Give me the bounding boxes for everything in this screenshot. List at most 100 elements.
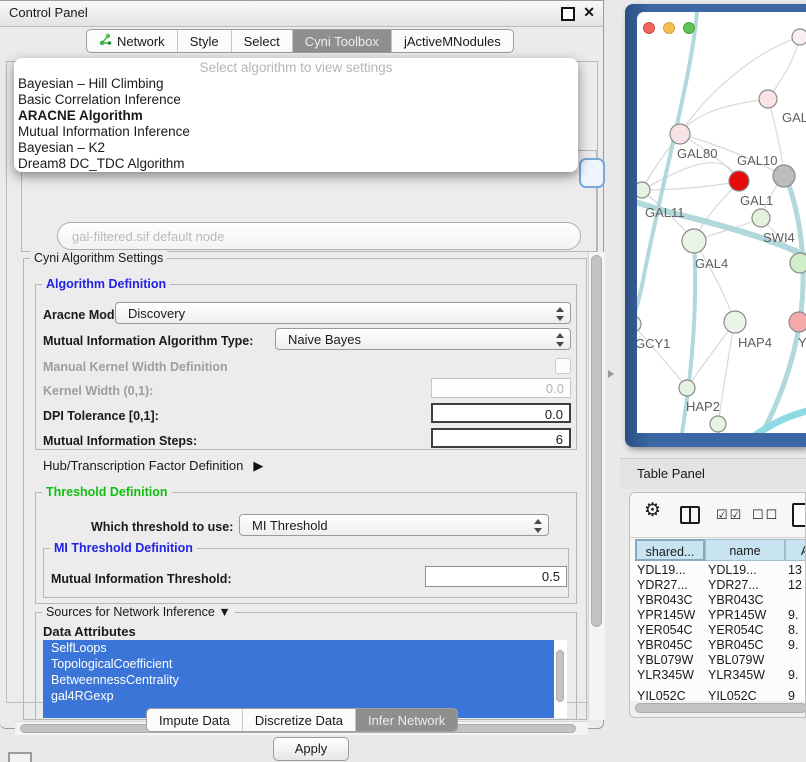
table-body: YDL19...YDL19...13 YDR27...YDR27...12 YB… xyxy=(630,561,806,701)
list-item-selected[interactable]: BetweennessCentrality xyxy=(43,672,554,688)
node-gal4[interactable] xyxy=(682,229,706,253)
tab-jactivemnodules[interactable]: jActiveMNodules xyxy=(391,30,513,52)
tab-network[interactable]: Network xyxy=(87,30,177,52)
dpi-tolerance-field[interactable]: 0.0 xyxy=(431,403,571,423)
node-gal80[interactable] xyxy=(670,124,690,144)
node-partial-top[interactable] xyxy=(792,29,806,45)
network-icon xyxy=(99,33,112,49)
float-window-icon[interactable] xyxy=(561,7,575,21)
algorithm-dropdown-popup: Select algorithm to view settings Bayesi… xyxy=(14,58,578,172)
apply-button[interactable]: Apply xyxy=(273,737,349,761)
dropdown-item[interactable]: Mutual Information Inference xyxy=(18,124,190,139)
manual-kernel-checkbox[interactable] xyxy=(555,358,571,374)
select-all-checks-icon[interactable]: ☑☑ xyxy=(716,507,743,523)
node-label: GCY1 xyxy=(637,336,670,351)
dropdown-item[interactable]: Basic Correlation Inference xyxy=(18,92,181,107)
tab-style[interactable]: Style xyxy=(177,30,231,52)
tab-cyni-toolbox[interactable]: Cyni Toolbox xyxy=(292,30,391,52)
node-label: HAP4 xyxy=(738,335,772,350)
node-label: GAL4 xyxy=(695,256,728,271)
combo-stepper-icon xyxy=(532,518,542,534)
document-icon[interactable] xyxy=(792,503,806,527)
table-horizontal-scrollbar-thumb[interactable] xyxy=(635,703,806,713)
mi-type-combobox[interactable]: Naive Bayes xyxy=(275,328,571,350)
mi-type-value: Naive Bayes xyxy=(288,332,361,347)
algorithm-combobox-stepper[interactable] xyxy=(579,158,605,188)
expand-right-icon[interactable]: ▶ xyxy=(253,458,263,474)
toolbar-divider xyxy=(630,537,806,538)
node-label: GAL10 xyxy=(737,153,777,168)
tab-infer-network[interactable]: Infer Network xyxy=(355,709,457,731)
collapse-down-icon[interactable]: ▼ xyxy=(218,605,230,619)
settings-vertical-scrollbar-thumb[interactable] xyxy=(591,255,602,627)
mac-zoom-icon[interactable] xyxy=(683,22,695,34)
dropdown-item[interactable]: Dream8 DC_TDC Algorithm xyxy=(18,156,185,171)
network-graph[interactable]: GAL80 GAL10 GAL11 GAL1 GAL4 SWI4 GCY1 HA… xyxy=(637,12,806,433)
combo-stepper-icon xyxy=(554,332,564,348)
combo-stepper-icon xyxy=(554,306,564,322)
kernel-width-field[interactable]: 0.0 xyxy=(431,378,571,398)
which-threshold-combobox[interactable]: MI Threshold xyxy=(239,514,549,536)
node-gal11[interactable] xyxy=(637,182,650,198)
node-gal10[interactable] xyxy=(773,165,795,187)
column-header-name[interactable]: name xyxy=(705,539,785,561)
mi-threshold-label: Mutual Information Threshold: xyxy=(51,572,232,586)
data-attributes-list: SelfLoops TopologicalCoefficient Between… xyxy=(43,640,567,718)
dropdown-item-selected[interactable]: ARACNE Algorithm xyxy=(18,108,143,123)
node-hap2[interactable] xyxy=(679,380,695,396)
mi-steps-field[interactable]: 6 xyxy=(431,428,571,448)
control-panel-tabs: Network Style Select Cyni Toolbox jActiv… xyxy=(86,29,514,53)
mi-type-label: Mutual Information Algorithm Type: xyxy=(43,334,253,348)
mi-threshold-field[interactable]: 0.5 xyxy=(425,566,567,587)
node-gcy1[interactable] xyxy=(637,316,641,332)
list-item-selected[interactable]: gal4RGexp xyxy=(43,688,554,704)
mac-minimize-icon[interactable] xyxy=(663,22,675,34)
panel-splitter-handle[interactable] xyxy=(608,370,614,378)
column-header-partial[interactable]: A xyxy=(785,539,806,561)
table-panel: ⚙ ☑☑ ☐☐ shared... name A YDL19...YDL19..… xyxy=(629,492,806,718)
list-item-selected[interactable]: TopologicalCoefficient xyxy=(43,656,554,672)
aracne-mode-combobox[interactable]: Discovery xyxy=(115,302,571,324)
control-panel-titlebar: Control Panel ✕ xyxy=(0,1,603,27)
tab-impute-data[interactable]: Impute Data xyxy=(147,709,242,731)
node-salmon[interactable] xyxy=(789,312,806,332)
network-view-canvas[interactable]: GAL80 GAL10 GAL11 GAL1 GAL4 SWI4 GCY1 HA… xyxy=(637,12,806,433)
corner-widget-icon[interactable] xyxy=(8,752,32,762)
node-partial-bottom[interactable] xyxy=(710,416,726,432)
close-icon[interactable]: ✕ xyxy=(583,4,595,21)
network-selector-value: gal-filtered.sif default node xyxy=(72,229,224,244)
table-panel-titlebar: Table Panel xyxy=(620,458,806,489)
network-selector-combobox[interactable]: gal-filtered.sif default node xyxy=(57,222,581,250)
node-red-selected[interactable] xyxy=(729,171,749,191)
algorithm-definition-title: Algorithm Definition xyxy=(42,277,170,291)
node-swi4[interactable] xyxy=(790,253,806,273)
settings-vertical-scrollbar[interactable] xyxy=(588,252,605,720)
node-hap4[interactable] xyxy=(724,311,746,333)
list-scrollbar-thumb[interactable] xyxy=(556,650,564,702)
split-columns-icon[interactable] xyxy=(680,506,700,524)
dropdown-item[interactable]: Bayesian – Hill Climbing xyxy=(18,76,164,91)
aracne-mode-value: Discovery xyxy=(128,306,185,321)
deselect-all-checks-icon[interactable]: ☐☐ xyxy=(752,507,779,523)
gear-icon[interactable]: ⚙ xyxy=(644,499,661,522)
node-label: GAL80 xyxy=(677,146,717,161)
tab-select[interactable]: Select xyxy=(231,30,292,52)
dropdown-prompt: Select algorithm to view settings xyxy=(14,60,578,75)
list-item-selected[interactable]: SelfLoops xyxy=(43,640,554,656)
manual-kernel-label: Manual Kernel Width Definition xyxy=(43,360,228,374)
table-panel-title: Table Panel xyxy=(637,466,705,481)
table-header-row: shared... name A xyxy=(630,539,806,561)
threshold-definition-title: Threshold Definition xyxy=(42,485,172,499)
hub-definition-toggle[interactable]: Hub/Transcription Factor Definition▶ xyxy=(43,458,263,474)
dropdown-item[interactable]: Bayesian – K2 xyxy=(18,140,105,155)
dpi-tolerance-label: DPI Tolerance [0,1]: xyxy=(43,409,159,423)
mac-close-icon[interactable] xyxy=(643,22,655,34)
node-label: GAL11 xyxy=(645,205,685,220)
node-gal-partial[interactable] xyxy=(759,90,777,108)
sources-group-title[interactable]: Sources for Network Inference ▼ xyxy=(42,605,235,619)
tab-discretize-data[interactable]: Discretize Data xyxy=(242,709,355,731)
table-horizontal-scrollbar[interactable] xyxy=(630,701,806,717)
data-attributes-label: Data Attributes xyxy=(43,624,136,639)
column-header-shared-name[interactable]: shared... xyxy=(635,539,705,561)
node-gal1[interactable] xyxy=(752,209,770,227)
